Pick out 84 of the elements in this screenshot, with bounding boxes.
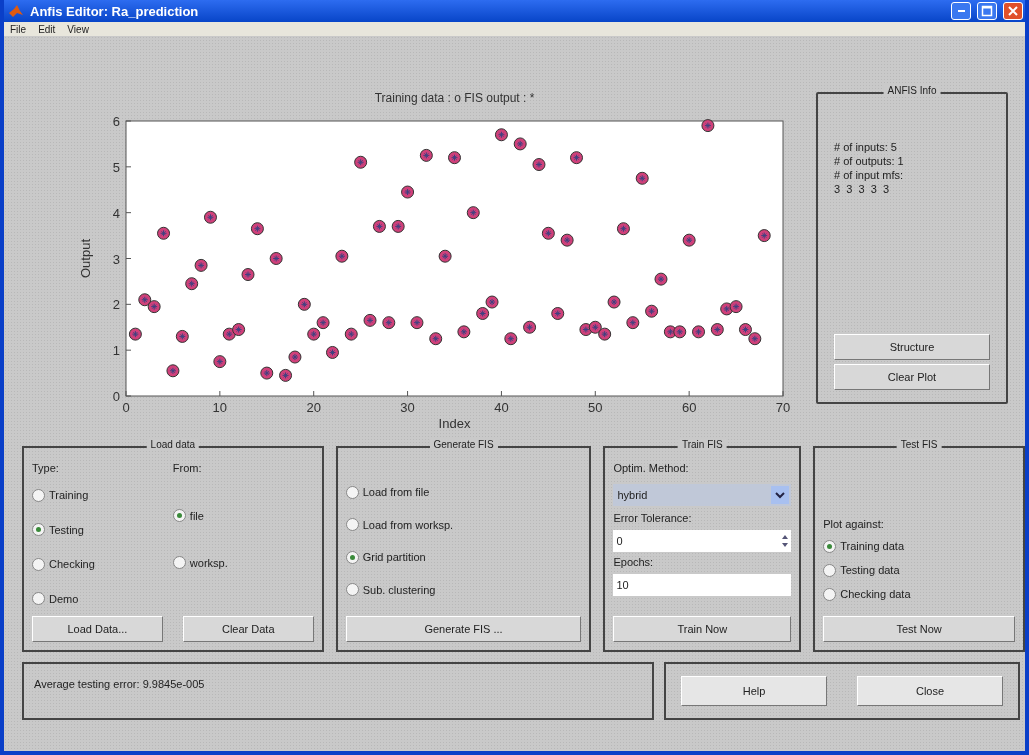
radio-icon[interactable] [823, 539, 837, 553]
field-label: From: [172, 462, 203, 476]
field-label: Type: [32, 462, 60, 476]
panel-title: Test FIS [896, 439, 942, 450]
info-text: # of inputs: 5 [834, 140, 898, 154]
radio-option[interactable]: Grid partition [345, 546, 582, 569]
radio-option[interactable]: Demo [32, 587, 173, 610]
menu-item[interactable]: File [10, 23, 27, 35]
tick-label: 60 [681, 400, 697, 415]
tick-label: 4 [112, 205, 120, 221]
radio-icon[interactable] [172, 556, 186, 569]
minimize-icon [957, 10, 965, 12]
button[interactable]: Structure [834, 334, 990, 360]
button[interactable]: Generate FIS ... [345, 616, 582, 642]
tick-label: 3 [112, 251, 120, 267]
button[interactable]: Load Data... [32, 616, 163, 642]
info-text: 3 3 3 3 3 [834, 182, 891, 196]
radio-icon[interactable] [823, 563, 837, 577]
status-text: Average testing error: 9.9845e-005 [34, 678, 205, 690]
tick-label: 10 [212, 400, 228, 415]
menu-item[interactable]: View [67, 23, 89, 35]
info-text: # of input mfs: [834, 168, 905, 182]
field-label: Plot against: [823, 518, 885, 532]
app-icon [8, 3, 24, 19]
tick-label: 40 [494, 400, 509, 415]
close-button[interactable] [1003, 2, 1023, 20]
tick-label: 6 [112, 114, 120, 129]
panel-title: Load data [146, 439, 200, 450]
radio-option[interactable]: file [172, 504, 314, 527]
field-label: Epochs: [613, 556, 655, 570]
radio-option[interactable]: Load from file [345, 481, 582, 504]
tick-label: 0 [122, 400, 130, 415]
button[interactable]: Test Now [823, 616, 1015, 642]
maximize-icon [981, 5, 993, 17]
radio-icon[interactable] [345, 583, 359, 597]
radio-icon[interactable] [172, 509, 186, 522]
tolerance-field[interactable]: 0 [613, 530, 792, 552]
close-icon [1007, 5, 1019, 17]
spinner-icon[interactable] [781, 533, 790, 549]
radio-option[interactable]: Sub. clustering [345, 578, 582, 601]
field-label: Error Tolerance: [613, 512, 693, 526]
info-text: # of outputs: 1 [834, 154, 905, 168]
button[interactable]: Train Now [613, 616, 792, 642]
radio-icon[interactable] [32, 523, 45, 537]
tick-label: 70 [775, 400, 791, 415]
field-label: Optim. Method: [613, 462, 690, 476]
tick-label: 2 [112, 297, 120, 313]
panel-title: Train FIS [677, 439, 727, 450]
minimize-button[interactable] [951, 2, 971, 20]
maximize-button[interactable] [977, 2, 997, 20]
epochs-field[interactable]: 10 [613, 574, 792, 596]
button[interactable]: Close [857, 676, 1003, 706]
radio-icon[interactable] [32, 592, 45, 606]
radio-option[interactable]: worksp. [172, 551, 314, 574]
tick-label: 5 [112, 159, 120, 175]
panel-title: Generate FIS [429, 439, 498, 450]
tick-label: 1 [112, 343, 120, 359]
radio-icon[interactable] [32, 557, 45, 571]
radio-option[interactable]: Testing data [823, 559, 1015, 581]
menu-item[interactable]: Edit [38, 23, 56, 35]
radio-icon[interactable] [345, 485, 359, 499]
radio-option[interactable]: Load from worksp. [345, 513, 582, 536]
radio-icon[interactable] [345, 518, 359, 532]
radio-option[interactable]: Training data [823, 535, 1015, 557]
radio-icon[interactable] [823, 587, 837, 601]
axis-label: Output [78, 239, 93, 278]
tick-label: 50 [588, 400, 603, 415]
panel-title: ANFIS Info [883, 85, 941, 96]
chart-title: Training data : o FIS output : * [374, 91, 535, 105]
tick-label: 20 [306, 400, 321, 415]
tick-label: 0 [112, 389, 120, 404]
radio-option[interactable]: Testing [32, 518, 173, 541]
window-title: Anfis Editor: Ra_prediction [30, 3, 200, 19]
radio-option[interactable]: Training [32, 484, 173, 507]
axis-label: Index [438, 416, 471, 431]
radio-icon[interactable] [32, 488, 45, 502]
radio-icon[interactable] [345, 550, 359, 564]
method-dropdown[interactable]: hybrid [613, 484, 792, 506]
button[interactable]: Clear Data [182, 616, 314, 642]
radio-option[interactable]: Checking data [823, 583, 1015, 605]
tick-label: 30 [400, 400, 415, 415]
radio-option[interactable]: Checking [32, 553, 173, 576]
button[interactable]: Clear Plot [834, 364, 990, 390]
button[interactable]: Help [681, 676, 827, 706]
